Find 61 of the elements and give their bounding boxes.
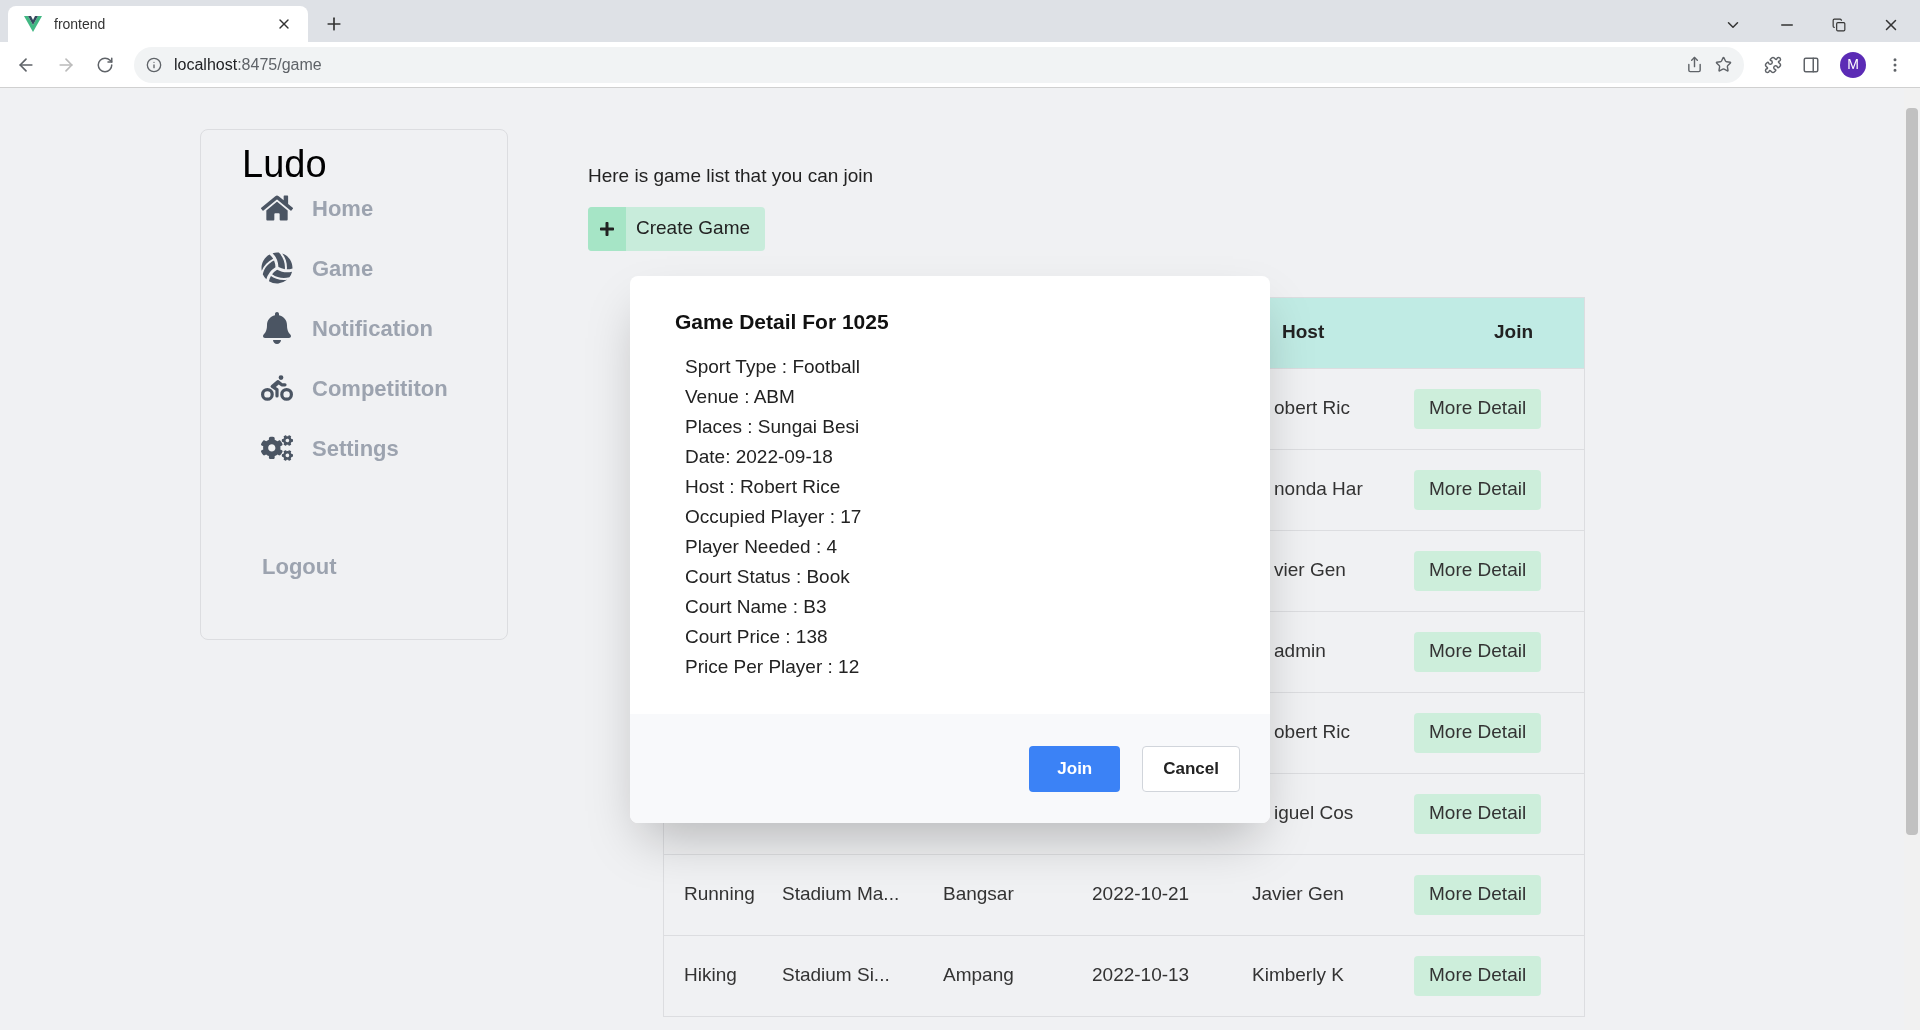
more-detail-button[interactable]: More Detail [1414, 874, 1542, 915]
more-detail-button[interactable]: More Detail [1414, 955, 1542, 996]
table-cell: nonda Har [1274, 478, 1363, 500]
column-header: Join [1494, 321, 1534, 343]
bell-icon [261, 312, 293, 344]
tab-title: frontend [54, 14, 107, 34]
cancel-button[interactable]: Cancel [1142, 745, 1240, 792]
bookmark-star-icon[interactable] [1715, 56, 1732, 73]
more-detail-button[interactable]: More Detail [1414, 388, 1542, 429]
plus-icon [599, 220, 615, 237]
table-cell: obert Ric [1274, 721, 1351, 743]
table-cell: Running [684, 883, 755, 905]
table-cell: Kimberly K [1252, 964, 1344, 986]
detail-line: Court Name : B3 [685, 594, 827, 619]
info-icon [146, 56, 162, 73]
more-detail-button[interactable]: More Detail [1414, 631, 1542, 672]
create-game-button[interactable]: Create Game [588, 206, 765, 251]
detail-line: Court Status : Book [685, 564, 850, 589]
join-button[interactable]: Join [1029, 745, 1121, 792]
table-cell: obert Ric [1274, 397, 1351, 419]
detail-line: Host : Robert Rice [685, 474, 841, 499]
more-detail-button[interactable]: More Detail [1414, 550, 1542, 591]
table-cell: Bangsar [943, 883, 1014, 905]
table-cell: 2022-10-13 [1092, 964, 1190, 986]
browser-tab[interactable]: frontend [8, 6, 308, 42]
table-cell: Stadium Si... [782, 964, 890, 986]
table-cell: Ampang [943, 964, 1014, 986]
column-header: Host [1282, 321, 1325, 343]
detail-line: Player Needed : 4 [685, 534, 838, 559]
table-cell: 2022-10-21 [1092, 883, 1190, 905]
table-cell: admin [1274, 640, 1326, 662]
more-detail-button[interactable]: More Detail [1414, 469, 1542, 510]
extensions-icon[interactable] [1764, 55, 1782, 74]
url-field[interactable]: localhost:8475/game [134, 46, 1744, 83]
table-cell: Javier Gen [1252, 883, 1344, 905]
detail-line: Places : Sungai Besi [685, 414, 860, 439]
restore-icon[interactable] [1832, 18, 1846, 32]
logo-text: Ludo [242, 142, 327, 187]
side-panel-icon[interactable] [1802, 55, 1820, 74]
intro-text: Here is game list that you can join [588, 164, 875, 188]
more-detail-button[interactable]: More Detail [1414, 793, 1542, 834]
reload-icon[interactable] [96, 55, 114, 74]
cyclist-icon [261, 372, 293, 404]
detail-line: Venue : ABM [685, 384, 795, 409]
table-cell: Stadium Ma... [782, 883, 900, 905]
more-detail-button[interactable]: More Detail [1414, 712, 1542, 753]
detail-line: Price Per Player : 12 [685, 654, 860, 679]
detail-line: Occupied Player : 17 [685, 504, 862, 529]
table-cell: vier Gen [1274, 559, 1346, 581]
url-text: localhost:8475/game [174, 54, 323, 75]
profile-avatar[interactable]: M [1840, 51, 1866, 78]
gears-icon [261, 432, 293, 464]
detail-line: Court Price : 138 [685, 624, 828, 649]
detail-line: Sport Type : Football [685, 354, 860, 379]
share-icon[interactable] [1686, 56, 1703, 73]
dialog-title: Game Detail For 1025 [675, 309, 889, 335]
detail-line: Date: 2022-09-18 [685, 444, 833, 469]
volleyball-icon [261, 252, 293, 284]
table-cell: iguel Cos [1274, 802, 1354, 824]
v-logo-icon [24, 16, 42, 32]
table-cell: Hiking [684, 964, 737, 986]
